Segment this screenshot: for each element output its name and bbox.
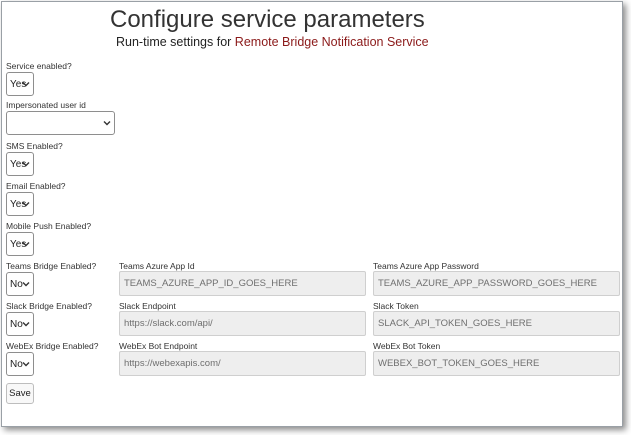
slack-bridge-select[interactable]: No [6,312,34,336]
chevron-down-icon [22,242,30,247]
slack-token-label: Slack Token [373,301,419,311]
chevron-down-icon [103,121,111,126]
page-subtitle: Run-time settings for Remote Bridge Noti… [116,35,429,49]
save-button[interactable]: Save [6,383,34,404]
webex-token-label: WebEx Bot Token [373,341,441,351]
impersonated-user-label: Impersonated user id [6,100,86,110]
webex-endpoint-label: WebEx Bot Endpoint [119,341,198,351]
chevron-down-icon [22,362,30,367]
teams-bridge-value: No [10,278,23,290]
service-name: Remote Bridge Notification Service [234,35,429,49]
chevron-down-icon [22,162,30,167]
slack-endpoint-input[interactable]: https://slack.com/api/ [119,311,366,336]
service-enabled-select[interactable]: Yes [6,72,34,96]
chevron-down-icon [22,82,30,87]
chevron-down-icon [22,202,30,207]
service-enabled-label: Service enabled? [6,61,72,71]
webex-bridge-select[interactable]: No [6,352,34,376]
webex-bridge-value: No [10,358,23,370]
mobile-push-enabled-select[interactable]: Yes [6,232,34,256]
teams-app-id-input[interactable]: TEAMS_AZURE_APP_ID_GOES_HERE [119,271,366,296]
webex-endpoint-input[interactable]: https://webexapis.com/ [119,351,366,376]
chevron-down-icon [22,322,30,327]
email-enabled-label: Email Enabled? [6,181,66,191]
webex-bridge-label: WebEx Bridge Enabled? [6,341,99,351]
slack-bridge-label: Slack Bridge Enabled? [6,301,93,311]
webex-token-input[interactable]: WEBEX_BOT_TOKEN_GOES_HERE [373,351,620,376]
sms-enabled-label: SMS Enabled? [6,141,63,151]
chevron-down-icon [22,282,30,287]
sms-enabled-select[interactable]: Yes [6,152,34,176]
config-window: Configure service parameters Run-time se… [1,1,623,427]
slack-bridge-value: No [10,318,23,330]
subtitle-prefix: Run-time settings for [116,35,235,49]
teams-app-password-input[interactable]: TEAMS_AZURE_APP_PASSWORD_GOES_HERE [373,271,620,296]
teams-app-id-label: Teams Azure App Id [119,261,195,271]
slack-token-input[interactable]: SLACK_API_TOKEN_GOES_HERE [373,311,620,336]
teams-bridge-label: Teams Bridge Enabled? [6,261,97,271]
teams-bridge-select[interactable]: No [6,272,34,296]
page-title: Configure service parameters [110,6,425,33]
teams-app-password-label: Teams Azure App Password [373,261,479,271]
impersonated-user-select[interactable] [6,111,115,135]
slack-endpoint-label: Slack Endpoint [119,301,176,311]
mobile-push-enabled-label: Mobile Push Enabled? [6,221,92,231]
email-enabled-select[interactable]: Yes [6,192,34,216]
